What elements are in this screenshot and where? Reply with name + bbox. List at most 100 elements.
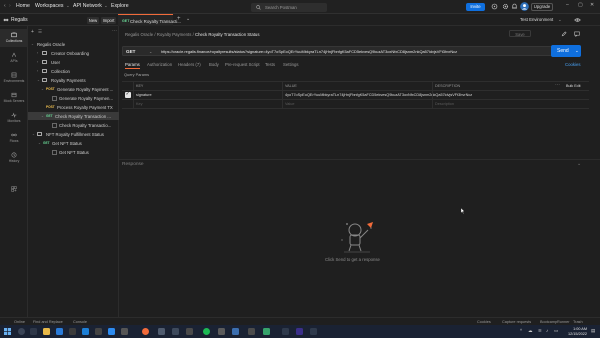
environment-quick-look-icon[interactable] [574,17,581,23]
taskbar-clock[interactable]: 1:00 AM 12/15/2022 [561,327,587,336]
tree-request-check-royalty-transaction[interactable]: ⌄ GET Check Royalty Transaction ... [28,112,119,120]
edit-pencil-icon[interactable] [561,31,567,37]
taskbar-postman-icon[interactable] [142,328,149,335]
taskbar-app-icon[interactable] [158,328,165,335]
taskbar-spotify-icon[interactable] [203,328,210,335]
comments-icon[interactable] [574,31,580,37]
tree-folder-creator-onboarding[interactable]: › Creator Onboarding [28,49,119,57]
tree-example-generate-royalty-payment[interactable]: Generate Royalty Paymen... [28,94,119,102]
workspace-name[interactable]: Regalis [11,17,28,23]
new-value-input[interactable]: Value [285,102,294,106]
upgrade-button[interactable]: Upgrade [531,3,553,11]
avatar[interactable] [520,2,529,11]
tree-folder-user[interactable]: › User [28,58,119,66]
back-arrow-icon[interactable]: ‹ [4,3,6,9]
save-button[interactable]: Save [509,30,531,37]
new-key-input[interactable]: Key [136,102,143,106]
tree-collection-regalis-oracle[interactable]: ⌄ Regalis Oracle [28,40,119,48]
tab-check-royalty-transaction[interactable]: GET Check Royalty Transacti... [118,14,181,26]
status-capture-requests[interactable]: Capture requests [502,320,531,324]
configure-workbench-icon[interactable] [11,186,17,192]
method-select[interactable]: GET [126,49,135,54]
more-options-icon[interactable]: ⋯ [112,28,117,34]
nav-workspaces[interactable]: Workspaces [35,3,63,9]
taskbar-app-icon[interactable] [56,328,63,335]
status-online[interactable]: Online [14,320,25,324]
param-key[interactable]: signature [136,93,152,97]
add-collection-icon[interactable]: + [31,29,34,35]
status-trash[interactable]: Trash [573,320,583,324]
url-input[interactable]: https://oracle.regalis.finance/royaltyre… [161,49,457,54]
bulk-edit-button[interactable]: Bulk Edit [566,84,581,88]
taskbar-app-icon[interactable] [296,328,303,335]
taskbar-app-icon[interactable] [172,328,179,335]
status-bootcamp[interactable]: Bootcamp [540,320,557,324]
environment-select[interactable]: Test Environment [520,17,553,22]
nav-explore[interactable]: Explore [111,3,129,9]
breadcrumb-current[interactable]: Check Royalty Transaction Status [195,32,259,37]
tree-folder-royalty-payments[interactable]: ⌄ Royalty Payments [28,76,119,84]
search-input[interactable]: Search Postman [251,3,327,12]
satellite-icon[interactable] [491,3,498,10]
taskbar-app-icon[interactable] [108,328,115,335]
rail-collections[interactable]: Collections [0,29,28,47]
status-cookies[interactable]: Cookies [477,320,491,324]
breadcrumb-parent[interactable]: Regalis Oracle / Royalty Payments / [125,32,194,37]
tree-request-process-royalty-payment[interactable]: POST Process Royalty Payment TX [28,103,119,111]
taskbar-app-icon[interactable] [248,328,255,335]
chevron-down-icon[interactable]: ⌄ [577,161,581,167]
filter-icon[interactable]: ☰ [38,29,42,35]
tab-tests[interactable]: Tests [265,62,275,67]
tab-body[interactable]: Body [209,62,219,67]
cookies-link[interactable]: Cookies [565,62,581,67]
param-value[interactable]: 4yoT7oSpEoQErYuuMbkyraTLn74jHnjFbnfgK5aF… [285,93,472,97]
rail-mock-servers[interactable]: Mock Servers [0,89,28,107]
rail-apis[interactable]: APIs [0,49,28,67]
forward-arrow-icon[interactable]: › [9,3,11,9]
nav-home[interactable]: Home [16,3,30,9]
import-button[interactable]: Import [101,17,116,24]
notification-bell-icon[interactable] [511,3,518,10]
settings-gear-icon[interactable] [502,3,509,10]
rail-environments[interactable]: Environments [0,69,28,87]
more-options-icon[interactable]: ⋯ [555,82,560,88]
tab-headers[interactable]: Headers (7) [178,62,201,67]
tab-params[interactable]: Params [125,62,140,69]
tree-folder-nft-royalty-fulfillment[interactable]: ⌄ NFT Royalty Fulfillment Status [28,130,119,138]
invite-button[interactable]: Invite [466,3,485,11]
tree-example-get-nft-status[interactable]: Get NFT Status [28,148,119,156]
tray-battery-icon[interactable]: ▭ [554,328,558,334]
tab-authorization[interactable]: Authorization [147,62,172,67]
tree-request-generate-royalty-payment[interactable]: ⌄ POST Generate Royalty Payment ... [28,85,119,93]
taskbar-app-icon[interactable] [95,328,102,335]
send-button[interactable]: Send ⌄ [551,45,581,57]
rail-history[interactable]: History [0,149,28,167]
status-runner[interactable]: Runner [557,320,569,324]
taskbar-search-icon[interactable] [18,328,25,335]
taskbar-app-icon[interactable] [282,328,289,335]
tab-settings[interactable]: Settings [283,62,299,67]
tray-wifi-icon[interactable]: ≋ [538,328,542,334]
tray-chevron-up-icon[interactable]: ^ [520,328,522,333]
rail-flows[interactable]: Flows [0,129,28,147]
taskbar-taskview-icon[interactable] [30,328,37,335]
windows-start-icon[interactable] [4,328,11,335]
response-divider[interactable] [119,159,600,160]
rail-monitors[interactable]: Monitors [0,109,28,127]
notifications-icon[interactable]: ▤ [591,328,595,334]
maximize-icon[interactable]: ▢ [578,2,583,8]
chevron-down-icon[interactable]: ⌄ [186,16,190,22]
taskbar-explorer-icon[interactable] [43,328,50,335]
close-icon[interactable]: ✕ [590,2,594,8]
minimize-icon[interactable]: – [566,2,569,8]
nav-api-network[interactable]: API Network [73,3,102,9]
tree-request-get-nft-status[interactable]: ⌄ GET Get NFT Status [28,139,119,147]
new-description-input[interactable]: Description [435,102,454,106]
tab-pre-request-script[interactable]: Pre-request Script [225,62,260,67]
taskbar-vscode-icon[interactable] [82,328,89,335]
taskbar-app-icon[interactable] [121,328,128,335]
status-find-replace[interactable]: Find and Replace [33,320,63,324]
taskbar-app-icon[interactable] [218,328,225,335]
tray-cloud-icon[interactable]: ☁ [528,328,533,334]
taskbar-app-icon[interactable] [232,328,239,335]
